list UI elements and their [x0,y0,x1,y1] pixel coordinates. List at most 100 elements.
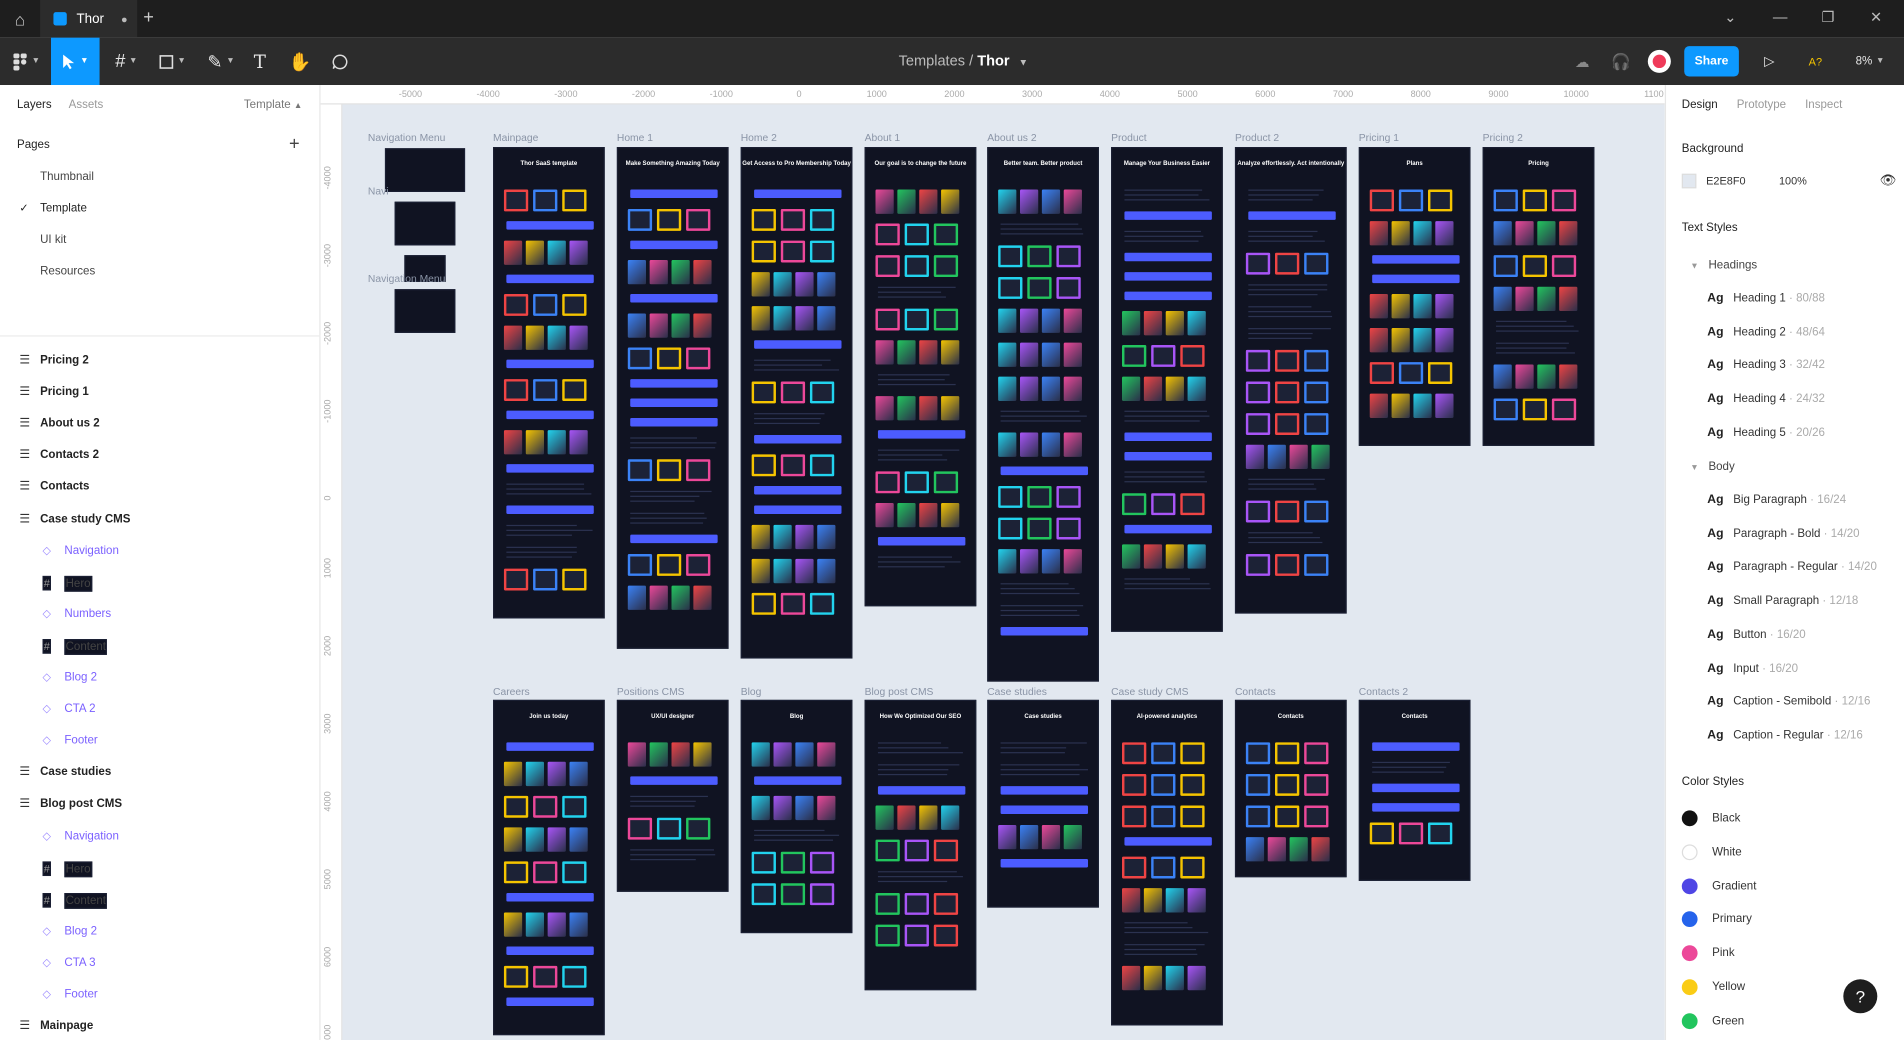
page-item-template[interactable]: Template [40,202,87,215]
layer-sub-item[interactable]: Numbers [64,608,111,621]
page-item-thumbnail[interactable]: Thumbnail [40,170,94,183]
text-style-item[interactable]: Ag Heading 4 · 24/32 [1707,393,1825,406]
frame-thumbnail[interactable]: Plans [1358,147,1471,446]
frame-thumbnail[interactable]: Make Something Amazing Today [616,147,729,649]
layer-item[interactable]: About us 2 [40,417,100,430]
page-item-resources[interactable]: Resources [40,265,95,278]
hand-tool-button[interactable]: ✋ [285,38,314,85]
background-opacity[interactable]: 100% [1779,175,1807,187]
pen-tool-button[interactable]: ✎ ▼ [202,38,241,85]
frame-thumbnail[interactable]: Our goal is to change the future [864,147,977,607]
frame-thumbnail[interactable]: Pricing [1482,147,1595,446]
shape-tool-button[interactable]: ▼ [153,38,192,85]
comment-tool-button[interactable] [325,38,354,85]
layer-item[interactable]: Mainpage [40,1019,93,1032]
layer-sub-item[interactable]: Content [64,639,108,655]
color-style-item[interactable]: Black [1681,810,1740,827]
color-style-item[interactable]: Primary [1681,911,1752,928]
color-style-item[interactable]: Green [1681,1013,1744,1029]
text-style-item[interactable]: Ag Heading 5 · 20/26 [1707,426,1825,439]
close-button[interactable]: ✕ [1870,9,1882,26]
tab-assets[interactable]: Assets [69,98,104,111]
maximize-button[interactable]: ❐ [1821,9,1834,26]
text-style-item[interactable]: Ag Heading 1 · 80/88 [1707,292,1825,305]
text-style-item[interactable]: Ag Small Paragraph · 12/18 [1707,594,1858,607]
layer-sub-item[interactable]: Hero [64,861,92,878]
frame-label[interactable]: Case study CMS [1111,685,1188,697]
frame-thumbnail[interactable]: How We Optimized Our SEO [864,699,977,991]
frame-label[interactable]: Navigation Menu [368,131,445,143]
layer-sub-item[interactable]: Navigation [64,544,119,557]
frame-thumbnail[interactable]: Better team. Better product [987,147,1099,682]
page-item-ui-kit[interactable]: UI kit [40,233,66,246]
main-menu-button[interactable]: ▼ [7,38,46,85]
layer-item[interactable]: Case study CMS [40,513,130,526]
frame-label[interactable]: Navigation Menu [368,272,445,284]
design-canvas[interactable]: Navigation Menu Mainpage Home 1 Home 2 About… [342,104,1665,1040]
frame-label[interactable]: Case studies [987,685,1047,697]
text-style-item[interactable]: Ag Caption - Semibold · 12/16 [1707,695,1870,708]
frame-thumbnail[interactable]: Manage Your Business Easier [1111,147,1223,632]
file-tab[interactable]: Thor ● [40,0,138,38]
panel-divider[interactable] [0,335,321,337]
add-page-button[interactable]: + [289,134,300,155]
frame-label[interactable]: Blog post CMS [865,685,934,697]
chevron-down-icon[interactable]: ▼ [1018,57,1028,68]
background-hex[interactable]: E2E8F0 [1706,175,1746,187]
avatar[interactable] [1647,49,1671,73]
headphones-icon[interactable]: 🎧 [1608,38,1635,85]
breadcrumb-file[interactable]: Thor [977,52,1009,69]
text-style-item[interactable]: Ag Caption - Regular · 12/16 [1707,729,1862,742]
frame-label[interactable]: Product 2 [1235,131,1279,143]
frame-thumbnail[interactable]: Blog [740,699,853,934]
layer-item[interactable]: Contacts [40,480,89,493]
text-tool-button[interactable]: T [247,38,274,85]
home-icon[interactable]: ⌂ [0,0,40,38]
move-tool-button[interactable]: ▼ [51,37,100,86]
frame-label[interactable]: Positions CMS [617,685,685,697]
frame-label[interactable]: Mainpage [493,131,538,143]
layer-sub-item[interactable]: Hero [64,575,92,592]
tab-design[interactable]: Design [1682,98,1718,111]
ai-assistant-button[interactable]: A? [1802,38,1829,85]
frame-thumbnail[interactable] [394,201,456,246]
text-style-item[interactable]: Ag Paragraph - Bold · 14/20 [1707,527,1859,540]
layer-item[interactable]: Pricing 2 [40,354,89,367]
text-style-item[interactable]: Ag Paragraph - Regular · 14/20 [1707,561,1877,574]
frame-thumbnail[interactable]: Thor SaaS template [493,147,605,619]
color-style-item[interactable]: Gradient [1681,877,1756,894]
frame-thumbnail[interactable]: Get Access to Pro Membership Today [740,147,853,659]
frame-thumbnail[interactable]: UX/UI designer [616,699,729,892]
layer-sub-item[interactable]: Navigation [64,830,119,843]
frame-label[interactable]: Blog [741,685,762,697]
tab-layers[interactable]: Layers [17,98,52,111]
background-fill-row[interactable]: E2E8F0 100% 👁 [1681,173,1897,191]
layer-item[interactable]: Case studies [40,765,111,778]
layer-sub-item[interactable]: CTA 2 [64,702,95,715]
page-dropdown[interactable]: Template ▲ [244,98,302,111]
layer-item[interactable]: Pricing 1 [40,385,89,398]
frame-thumbnail[interactable]: Contacts [1358,699,1471,881]
text-style-item[interactable]: Ag Heading 3 · 32/42 [1707,359,1825,372]
frame-thumbnail[interactable] [384,148,466,192]
chevron-down-icon[interactable]: ▼ [1690,262,1698,271]
help-button[interactable]: ? [1843,979,1878,1014]
frame-thumbnail[interactable]: Contacts [1234,699,1347,878]
text-style-item[interactable]: Ag Input · 16/20 [1707,662,1798,675]
chevron-down-icon[interactable]: ⌄ [1724,9,1736,26]
layer-item[interactable]: Blog post CMS [40,797,122,810]
eye-icon[interactable]: 👁 [1880,173,1897,189]
color-style-item[interactable]: Yellow [1681,979,1745,996]
frame-label[interactable]: Contacts [1235,685,1276,697]
frame-label[interactable]: About 1 [865,131,901,143]
breadcrumb-project[interactable]: Templates [899,52,965,69]
frame-label[interactable]: Pricing 1 [1359,131,1399,143]
frame-label[interactable]: Home 1 [617,131,653,143]
frame-label[interactable]: About us 2 [987,131,1036,143]
layer-item[interactable]: Contacts 2 [40,448,99,461]
breadcrumb[interactable]: Templates / Thor ▼ [899,52,1029,69]
text-style-item[interactable]: Ag Big Paragraph · 16/24 [1707,493,1846,506]
background-swatch[interactable] [1681,173,1697,189]
tab-prototype[interactable]: Prototype [1737,98,1786,111]
frame-thumbnail[interactable] [394,289,456,333]
